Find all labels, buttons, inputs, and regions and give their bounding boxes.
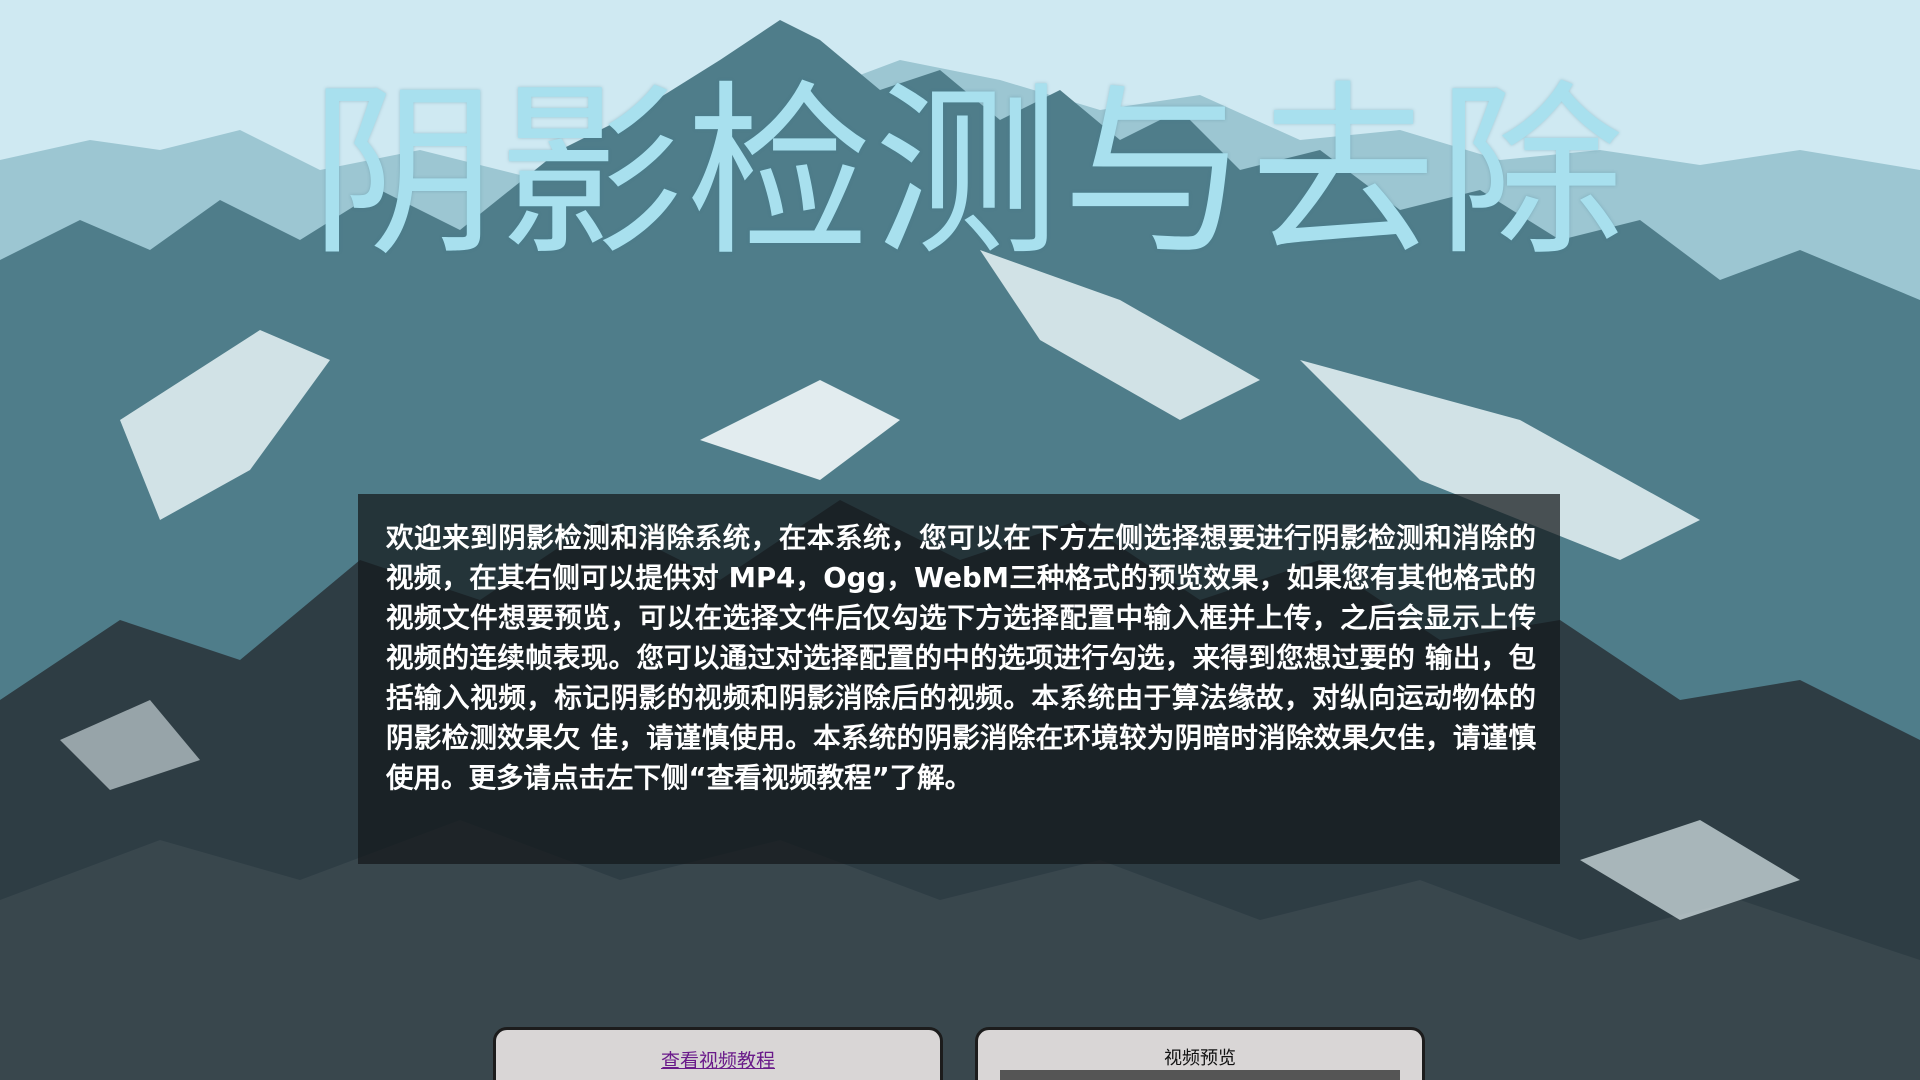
intro-text: 欢迎来到阴影检测和消除系统，在本系统，您可以在下方左侧选择想要进行阴影检测和消除… — [386, 522, 1536, 794]
view-tutorial-link[interactable]: 查看视频教程 — [661, 1046, 775, 1073]
page-title: 阴影检测与去除 — [310, 64, 1627, 281]
page-root: 阴影检测与去除 欢迎来到阴影检测和消除系统，在本系统，您可以在下方左侧选择想要进… — [0, 0, 1920, 1080]
video-preview-label: 视频预览 — [1164, 1048, 1236, 1069]
intro-panel: 欢迎来到阴影检测和消除系统，在本系统，您可以在下方左侧选择想要进行阴影检测和消除… — [358, 494, 1560, 864]
tutorial-panel: 查看视频教程 — [493, 1027, 943, 1080]
video-preview-panel: 视频预览 — [975, 1027, 1425, 1080]
video-preview-player[interactable] — [1000, 1070, 1400, 1080]
